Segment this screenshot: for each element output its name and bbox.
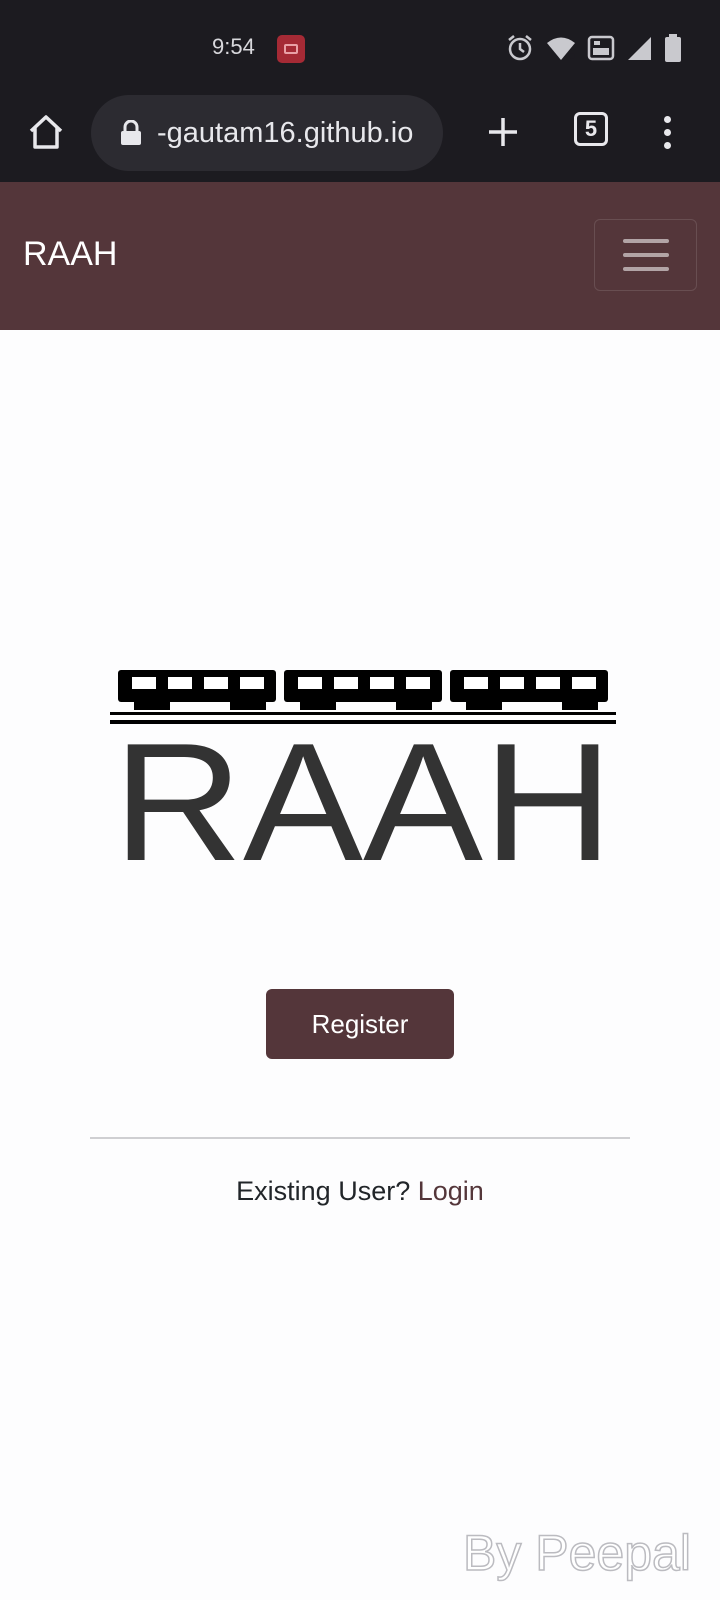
signal-icon bbox=[628, 37, 651, 60]
status-icons bbox=[505, 33, 683, 63]
logo-wordmark: RAAH bbox=[113, 708, 613, 874]
divider bbox=[90, 1137, 630, 1139]
login-link[interactable]: Login bbox=[418, 1176, 484, 1206]
dot-icon bbox=[663, 115, 671, 123]
home-icon bbox=[29, 115, 63, 149]
watermark: By Peepal bbox=[462, 1524, 691, 1582]
dot-icon bbox=[663, 141, 671, 149]
site-navbar: RAAH bbox=[0, 182, 720, 330]
tab-switcher-button[interactable]: 5 bbox=[574, 112, 608, 146]
dot-icon bbox=[663, 128, 671, 136]
new-tab-button[interactable] bbox=[481, 110, 525, 154]
raah-logo: RAAH bbox=[110, 670, 616, 874]
screen-record-icon bbox=[277, 35, 305, 63]
browser-toolbar: -gautam16.github.io 5 bbox=[0, 90, 720, 182]
alarm-icon bbox=[508, 35, 532, 61]
register-button[interactable]: Register bbox=[266, 989, 454, 1059]
hamburger-line bbox=[622, 253, 669, 257]
hamburger-line bbox=[622, 267, 669, 271]
lock-icon bbox=[117, 119, 145, 147]
navbar-brand[interactable]: RAAH bbox=[23, 235, 117, 274]
url-text: -gautam16.github.io bbox=[157, 116, 414, 149]
status-bar: 9:54 bbox=[0, 0, 720, 90]
wifi-icon bbox=[547, 37, 575, 60]
address-bar[interactable]: -gautam16.github.io bbox=[91, 95, 443, 171]
plus-icon bbox=[489, 118, 517, 146]
browser-menu-button[interactable] bbox=[650, 108, 684, 156]
status-time: 9:54 bbox=[212, 34, 255, 59]
volte-icon bbox=[587, 35, 615, 61]
existing-user-text: Existing User? bbox=[236, 1176, 411, 1206]
navbar-toggler-button[interactable] bbox=[594, 219, 697, 291]
battery-icon bbox=[665, 34, 681, 62]
hamburger-line bbox=[622, 239, 669, 243]
home-button[interactable] bbox=[24, 110, 68, 154]
existing-user-prompt: Existing User? Login bbox=[0, 1176, 720, 1207]
